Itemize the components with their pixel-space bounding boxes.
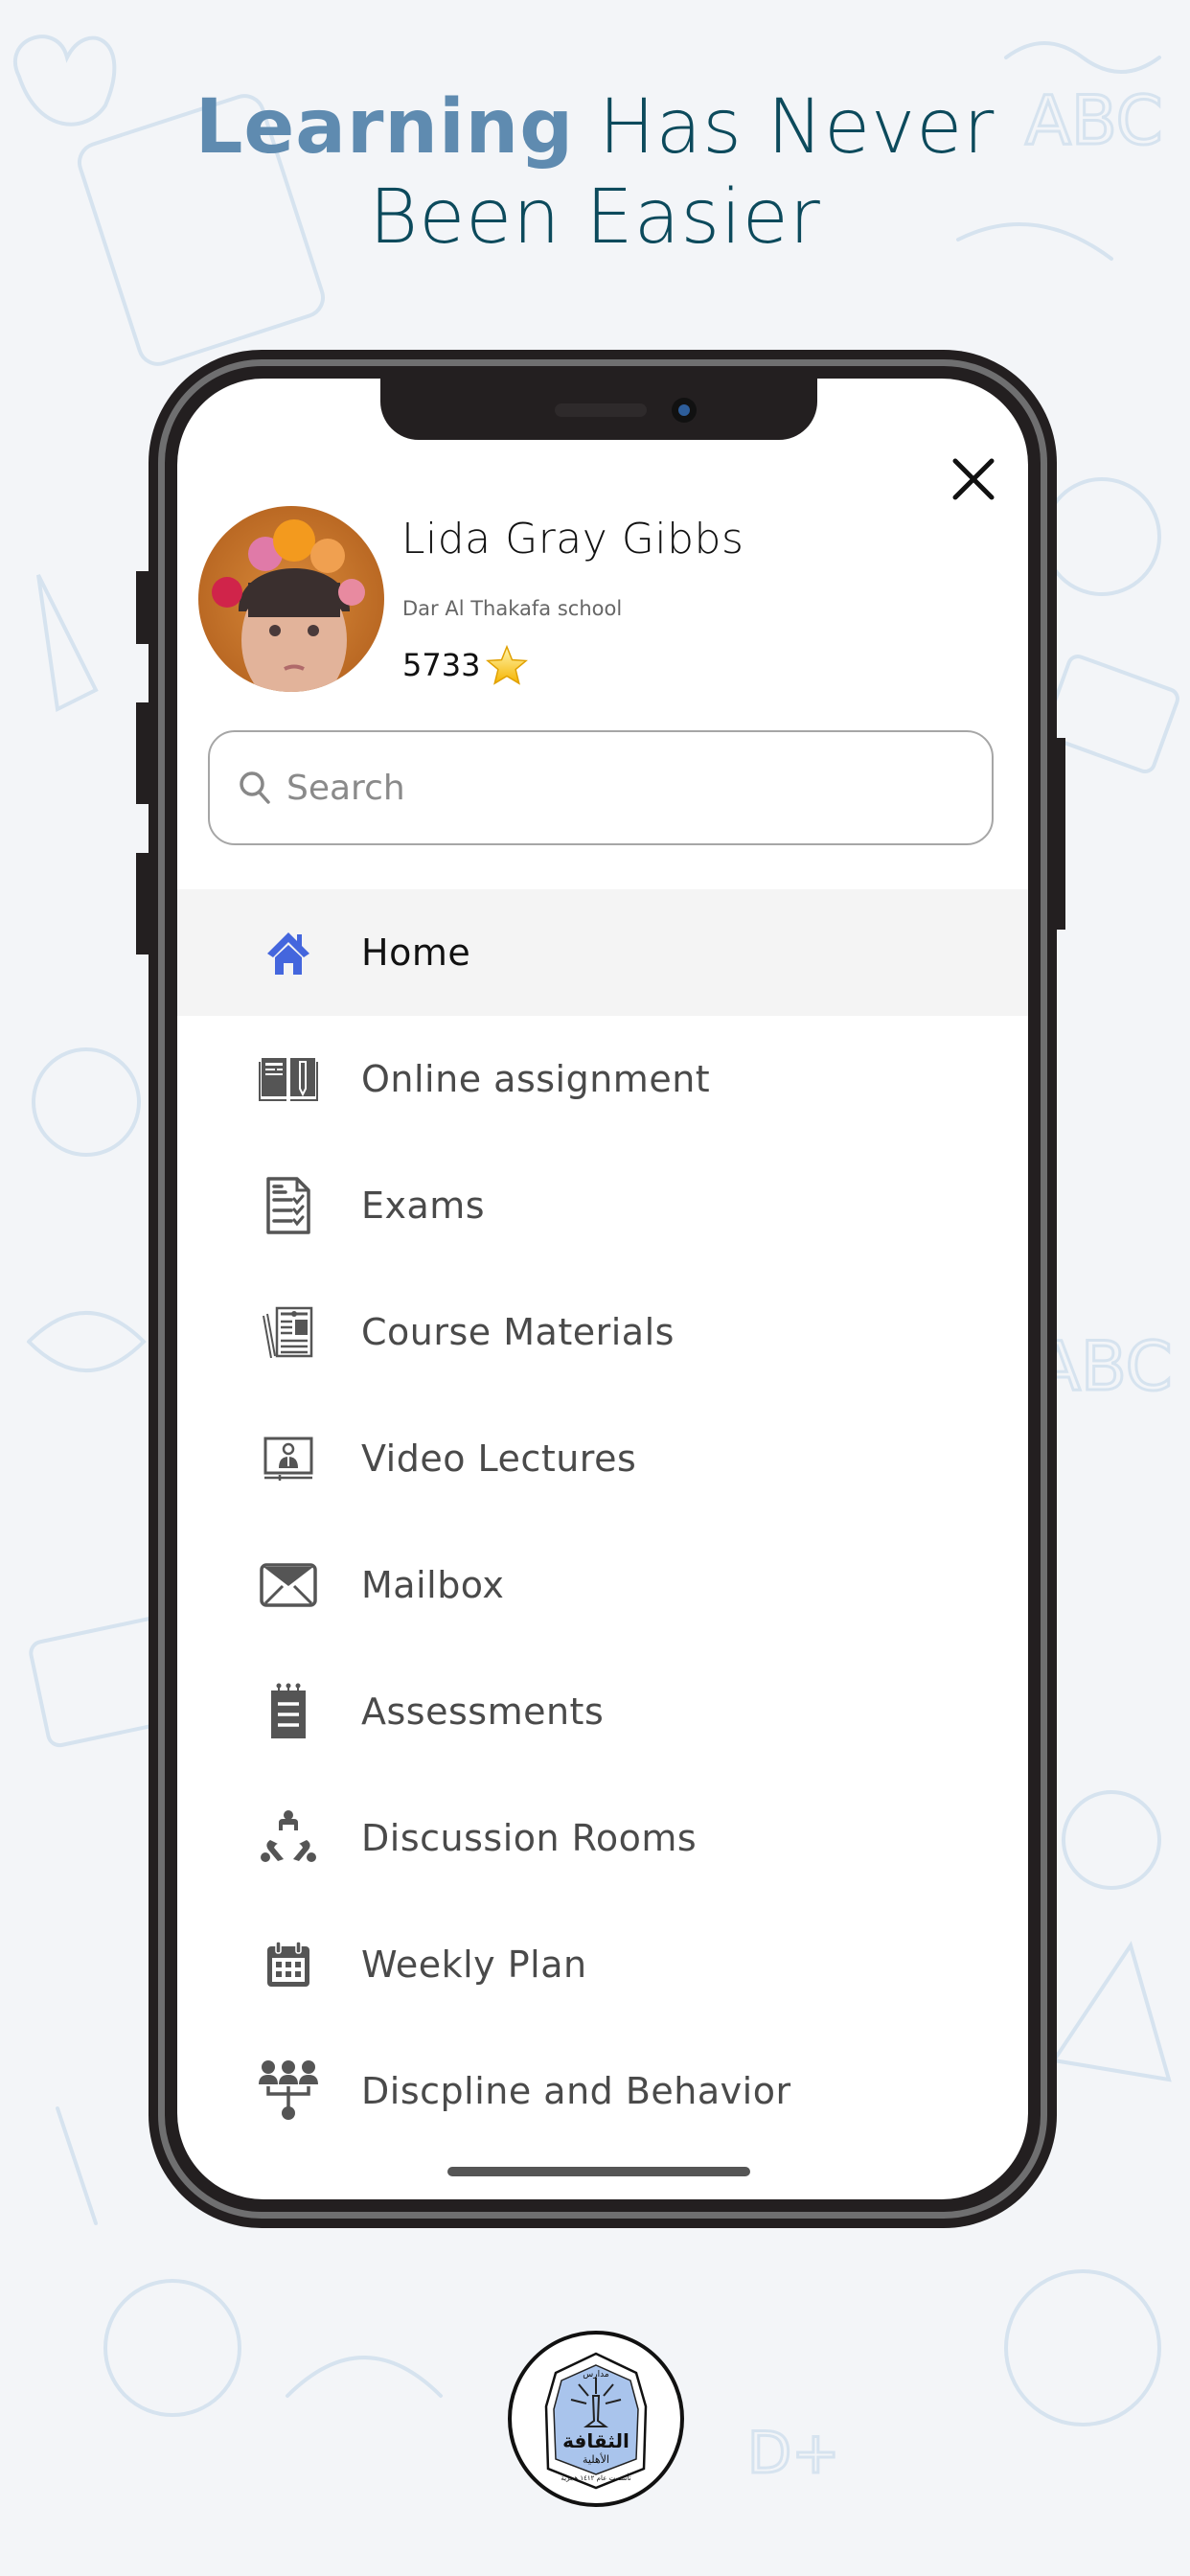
hierarchy-people-icon (259, 2060, 318, 2120)
logo-top-text: مدارس (583, 2370, 609, 2380)
points-display: 5733 (402, 645, 529, 685)
envelope-icon (260, 1563, 317, 1607)
video-lecture-icon (263, 1437, 313, 1481)
menu-item-label: Online assignment (361, 1058, 711, 1100)
menu-item-label: Video Lectures (361, 1438, 637, 1480)
avatar[interactable] (198, 506, 384, 692)
school-logo: الثقافة الأهلية مدارس تأسست عام ١٤١٢ هجر… (508, 2331, 684, 2507)
svg-text:D+: D+ (747, 2420, 839, 2487)
navigation-menu: Home Online assignment Exams Course Mate… (177, 889, 1028, 2154)
menu-item-label: Exams (361, 1184, 486, 1227)
front-camera-icon (672, 398, 697, 423)
discussion-group-icon (261, 1810, 316, 1862)
menu-item-mailbox[interactable]: Mailbox (177, 1522, 1028, 1648)
menu-item-label: Course Materials (361, 1311, 675, 1353)
user-name: Lida Gray Gibbs (401, 515, 744, 564)
menu-item-label: Assessments (361, 1690, 605, 1733)
headline-line1: Has Never (574, 84, 995, 171)
logo-bottom-text: تأسست عام ١٤١٢ هجرية (561, 2472, 630, 2482)
menu-item-exams[interactable]: Exams (177, 1142, 1028, 1269)
menu-item-assessments[interactable]: Assessments (177, 1648, 1028, 1775)
search-input[interactable] (285, 767, 959, 809)
home-icon (267, 932, 309, 975)
menu-item-video-lectures[interactable]: Video Lectures (177, 1395, 1028, 1522)
phone-frame: Lida Gray Gibbs Dar Al Thakafa school 57… (149, 350, 1057, 2228)
headline-line2: Been Easier (369, 174, 821, 261)
phone-notch (380, 379, 817, 440)
school-emblem-icon: الثقافة الأهلية مدارس تأسست عام ١٤١٢ هجر… (544, 2352, 648, 2490)
menu-item-course-materials[interactable]: Course Materials (177, 1269, 1028, 1395)
headline-accent: Learning (195, 84, 575, 171)
speaker-grille (555, 403, 647, 417)
menu-item-discipline-behavior[interactable]: Discpline and Behavior (177, 2028, 1028, 2154)
school-name: Dar Al Thakafa school (402, 597, 623, 620)
menu-item-label: Discussion Rooms (361, 1817, 698, 1859)
star-icon (486, 645, 529, 685)
phone-screen: Lida Gray Gibbs Dar Al Thakafa school 57… (177, 379, 1028, 2199)
search-icon (240, 771, 270, 804)
marketing-headline: Learning Has Never Been Easier (0, 82, 1190, 263)
points-value: 5733 (402, 647, 481, 683)
menu-item-label: Weekly Plan (361, 1944, 587, 1986)
menu-item-label: Discpline and Behavior (361, 2070, 791, 2112)
menu-item-label: Mailbox (361, 1564, 505, 1606)
avatar-photo (198, 506, 384, 692)
logo-subtitle: الأهلية (583, 2452, 609, 2466)
notepad-icon (271, 1683, 306, 1738)
menu-item-weekly-plan[interactable]: Weekly Plan (177, 1901, 1028, 2028)
newspaper-icon (263, 1306, 313, 1358)
close-menu-button[interactable] (951, 457, 995, 501)
logo-title: الثقافة (562, 2429, 629, 2452)
calendar-icon (267, 1941, 309, 1987)
close-icon (952, 458, 995, 500)
menu-item-label: Home (361, 932, 471, 974)
menu-item-online-assignment[interactable]: Online assignment (177, 1016, 1028, 1142)
checklist-document-icon (266, 1177, 310, 1234)
menu-item-discussion-rooms[interactable]: Discussion Rooms (177, 1775, 1028, 1901)
home-indicator-bar[interactable] (447, 2167, 750, 2176)
search-field[interactable] (208, 730, 994, 845)
menu-item-home[interactable]: Home (177, 889, 1028, 1016)
book-pencil-icon (259, 1058, 318, 1101)
